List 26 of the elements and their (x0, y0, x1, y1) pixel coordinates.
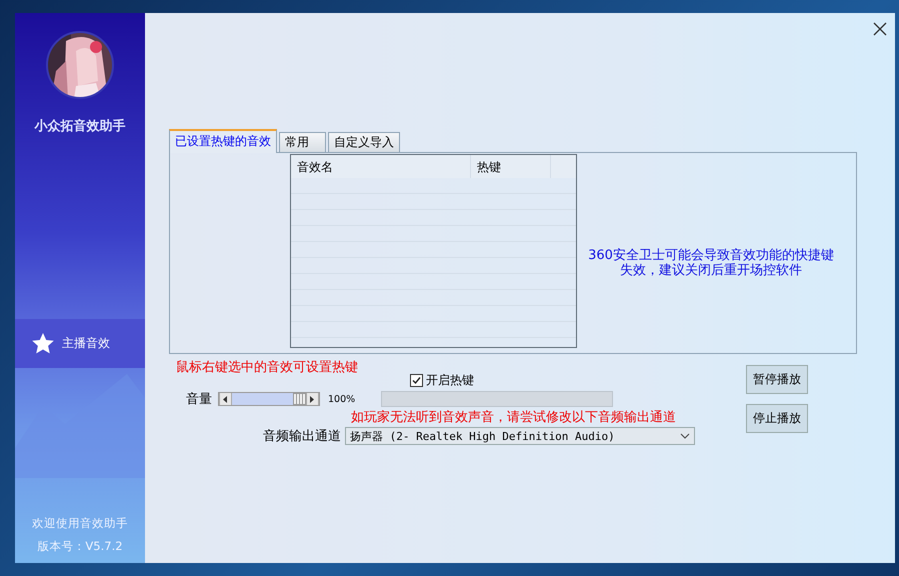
hotkey-checkbox[interactable]: 开启热键 (410, 372, 474, 389)
app-title: 小众拓音效助手 (34, 118, 126, 135)
column-header (551, 155, 576, 178)
slider-thumb[interactable] (293, 393, 306, 405)
warning-text: 如玩家无法听到音效声音，请尝试修改以下音频输出通道 (351, 409, 676, 426)
version-text: 版本号：V5.7.2 (37, 539, 123, 554)
output-label: 音频输出通道 (263, 428, 341, 445)
check-icon (412, 376, 421, 385)
hint-text: 鼠标右键选中的音效可设置热键 (176, 359, 358, 376)
volume-label: 音量 (185, 391, 212, 408)
button[interactable]: 暂停播放 (746, 365, 808, 394)
chevron-down-icon (680, 433, 690, 439)
close-icon[interactable] (873, 21, 887, 35)
tab[interactable]: 自定义导入 (328, 132, 400, 152)
volume-reading: 100% (328, 394, 356, 404)
volume-slider[interactable] (218, 392, 320, 406)
sidebar-item[interactable]: 主播音效 (15, 319, 145, 368)
column-header: 音效名 (291, 155, 471, 178)
column-header: 热键 (471, 155, 551, 178)
star-icon (32, 333, 54, 354)
welcome-text: 欢迎使用音效助手 (32, 516, 128, 531)
button[interactable]: 停止播放 (746, 404, 808, 433)
tab[interactable]: 常用 (279, 132, 326, 152)
tab[interactable]: 已设置热键的音效 (169, 129, 277, 153)
output-dropdown[interactable]: 扬声器 (2- Realtek High Definition Audio) (345, 427, 695, 445)
notice-text: 360安全卫士可能会导致音效功能的快捷键失效，建议关闭后重开场控软件 (587, 248, 835, 278)
